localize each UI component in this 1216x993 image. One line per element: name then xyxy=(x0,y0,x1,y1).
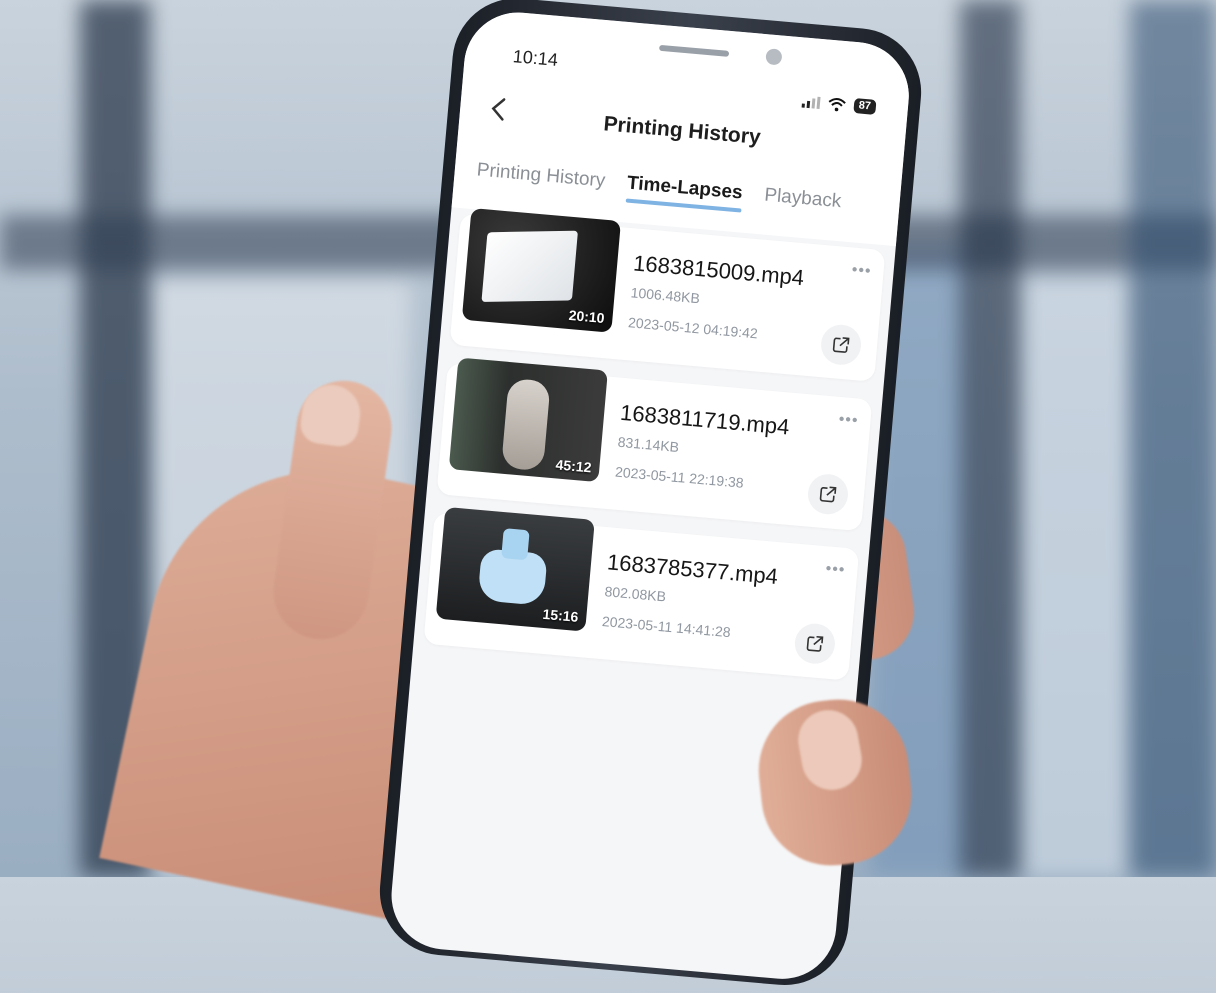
more-horizontal-icon[interactable]: ••• xyxy=(838,411,859,431)
more-horizontal-icon[interactable]: ••• xyxy=(851,261,872,281)
print-object xyxy=(501,528,530,561)
status-time: 10:14 xyxy=(512,46,559,70)
video-duration: 45:12 xyxy=(555,456,593,476)
battery-indicator: 87 xyxy=(853,98,877,115)
wifi-icon xyxy=(828,97,846,111)
share-icon xyxy=(806,635,824,652)
file-date: 2023-05-11 22:19:38 xyxy=(614,463,745,491)
print-object xyxy=(481,230,578,303)
file-size: 802.08KB xyxy=(603,583,667,605)
file-name: 1683811719.mp4 xyxy=(619,399,791,440)
video-thumbnail[interactable]: 15:16 xyxy=(435,506,595,632)
list-item[interactable]: 45:12 1683811719.mp4 831.14KB 2023-05-11… xyxy=(436,357,873,532)
share-button[interactable] xyxy=(793,621,837,666)
share-button[interactable] xyxy=(819,323,863,367)
background-frame xyxy=(1130,0,1216,877)
video-duration: 20:10 xyxy=(568,306,606,327)
file-date: 2023-05-11 14:41:28 xyxy=(601,613,732,641)
file-name: 1683815009.mp4 xyxy=(632,250,806,291)
background-window-light xyxy=(1020,280,1130,877)
more-horizontal-icon[interactable]: ••• xyxy=(825,560,846,580)
file-size: 831.14KB xyxy=(617,433,680,456)
file-size: 1006.48KB xyxy=(630,284,701,307)
video-list: 20:10 1683815009.mp4 1006.48KB 2023-05-1… xyxy=(422,208,886,698)
list-item[interactable]: 15:16 1683785377.mp4 802.08KB 2023-05-11… xyxy=(423,506,860,681)
video-thumbnail[interactable]: 20:10 xyxy=(461,208,621,333)
video-thumbnail[interactable]: 45:12 xyxy=(448,357,608,483)
background-frame xyxy=(960,0,1020,877)
file-name: 1683785377.mp4 xyxy=(606,549,779,590)
video-duration: 15:16 xyxy=(541,605,580,625)
print-object xyxy=(501,377,551,472)
share-icon xyxy=(832,337,850,353)
share-icon xyxy=(819,486,837,503)
cellular-signal-icon xyxy=(801,95,821,109)
share-button[interactable] xyxy=(806,472,850,516)
file-date: 2023-05-12 04:19:42 xyxy=(627,314,759,342)
